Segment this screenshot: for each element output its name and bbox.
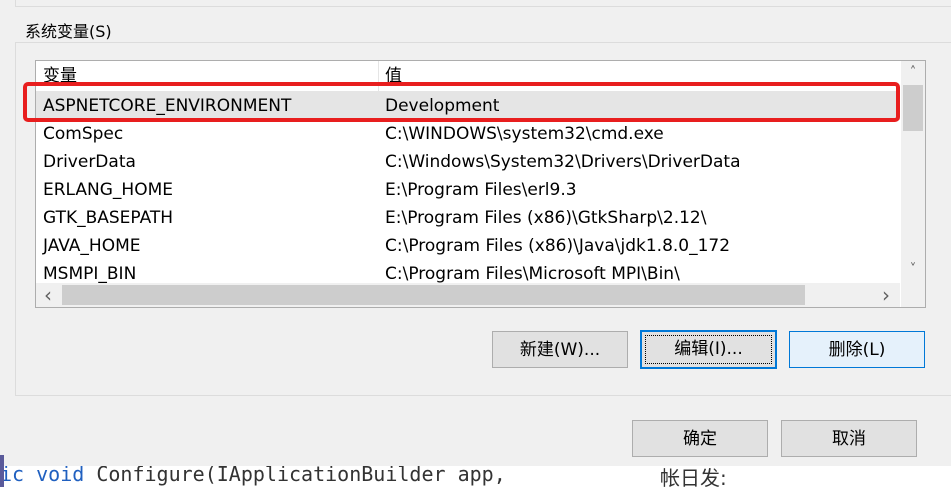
variable-value: C:\Program Files (x86)\Java\jdk1.8.0_172 [385,236,731,256]
vertical-scrollbar[interactable]: ˄ ˅ [901,61,925,283]
scroll-right-icon[interactable]: › [874,284,898,306]
edit-variable-button[interactable]: 编辑(I)... [640,330,777,369]
background-code-editor: ic void Configure(IApplicationBuilder ap… [0,466,951,487]
variable-name: DriverData [43,152,136,172]
table-row[interactable]: GTK_BASEPATH E:\Program Files (x86)\GtkS… [36,204,900,232]
background-window-edge [0,455,4,487]
scrollbar-corner [901,283,925,307]
red-highlight-annotation [23,82,900,122]
upper-groupbox-frame [15,0,951,7]
system-variables-title: 系统变量(S) [22,22,115,42]
variable-name: ComSpec [43,124,124,144]
horizontal-scrollbar[interactable]: ‹ › [36,283,900,307]
scroll-left-icon[interactable]: ‹ [36,284,60,306]
scroll-up-icon[interactable]: ˄ [901,62,925,84]
background-code-line: ic void Configure(IApplicationBuilder ap… [0,466,506,486]
variable-name: ERLANG_HOME [43,180,174,200]
vertical-scroll-thumb[interactable] [903,85,923,131]
table-row[interactable]: DriverData C:\Windows\System32\Drivers\D… [36,148,900,176]
new-variable-button[interactable]: 新建(W)... [492,331,628,368]
focus-rectangle [645,335,772,364]
cancel-button[interactable]: 取消 [781,420,917,457]
delete-variable-button[interactable]: 删除(L) [789,331,925,368]
variable-value: E:\Program Files\erl9.3 [385,180,577,200]
ok-button[interactable]: 确定 [632,420,768,457]
table-row[interactable]: ComSpec C:\WINDOWS\system32\cmd.exe [36,120,900,148]
variable-name: JAVA_HOME [43,236,141,256]
variable-value: C:\Windows\System32\Drivers\DriverData [385,152,741,172]
table-row[interactable]: JAVA_HOME C:\Program Files (x86)\Java\jd… [36,232,900,260]
horizontal-scroll-thumb[interactable] [62,285,805,305]
variable-value: C:\WINDOWS\system32\cmd.exe [385,124,664,144]
background-text: 帐日发: [660,466,727,487]
scroll-down-icon[interactable]: ˅ [901,259,925,281]
variable-value: E:\Program Files (x86)\GtkSharp\2.12\ [385,208,707,228]
variable-name: GTK_BASEPATH [43,208,174,228]
table-row[interactable]: ERLANG_HOME E:\Program Files\erl9.3 [36,176,900,204]
